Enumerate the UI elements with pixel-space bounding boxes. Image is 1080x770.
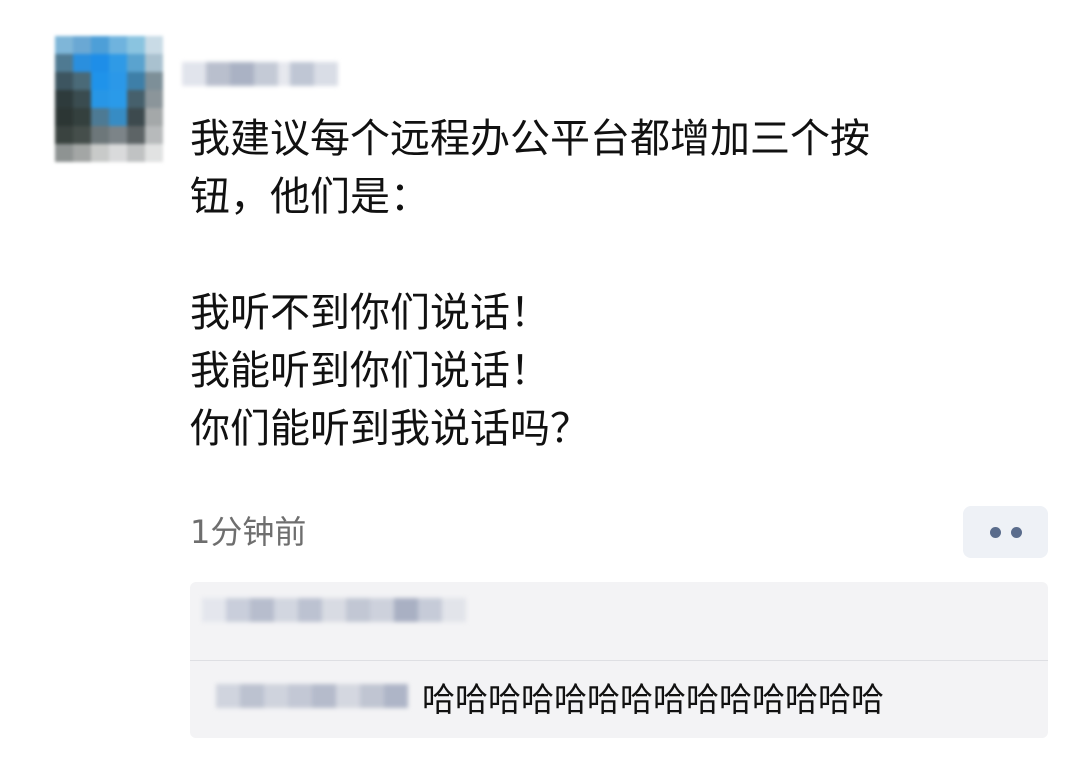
likes-row — [190, 582, 1048, 658]
commenter-name[interactable] — [216, 684, 408, 708]
interaction-panel: 哈哈哈哈哈哈哈哈哈哈哈哈哈哈 — [190, 582, 1048, 738]
post-timestamp: 1分钟前 — [190, 513, 307, 551]
more-button[interactable] — [963, 506, 1048, 558]
divider — [190, 660, 1048, 661]
nickname[interactable] — [182, 62, 338, 86]
comment-text: 哈哈哈哈哈哈哈哈哈哈哈哈哈哈 — [422, 680, 884, 719]
comment-row[interactable]: 哈哈哈哈哈哈哈哈哈哈哈哈哈哈 — [190, 662, 1048, 738]
post-text: 我建议每个远程办公平台都增加三个按 钮，他们是： 我听不到你们说话！ 我能听到你… — [190, 116, 870, 452]
more-dots-icon — [989, 526, 1001, 538]
avatar[interactable] — [55, 36, 163, 162]
liker-names[interactable] — [202, 598, 466, 622]
